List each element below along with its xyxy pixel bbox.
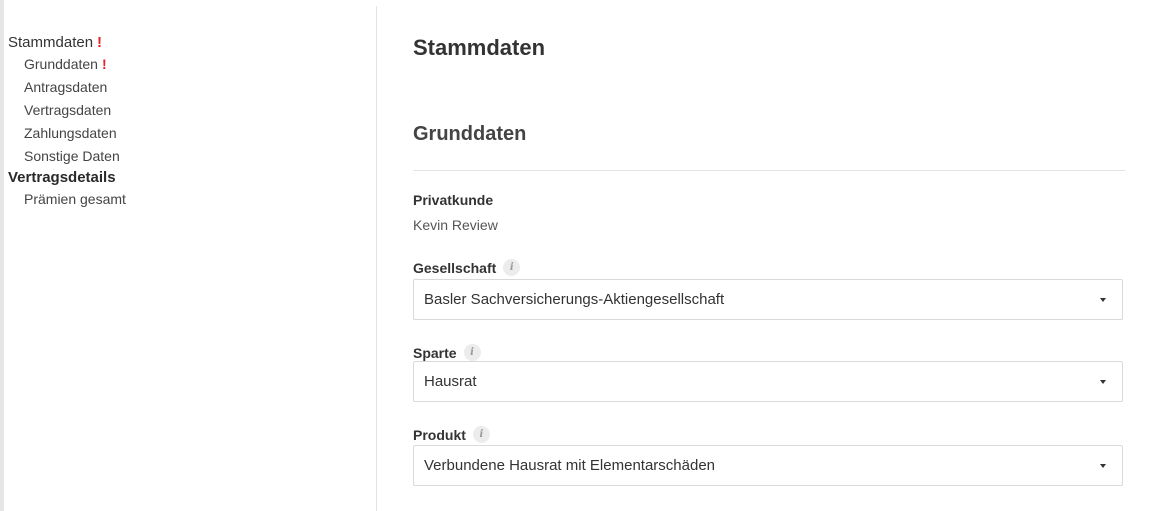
sparte-selected-value: Hausrat [424, 373, 477, 390]
sidebar-item-label: Zahlungsdaten [24, 125, 117, 141]
page-title: Stammdaten [413, 35, 546, 60]
sidebar-item-label: Vertragsdaten [24, 102, 112, 118]
chevron-down-icon [1100, 380, 1106, 384]
produkt-label-text: Produkt [413, 426, 466, 443]
sparte-label: Sparte i [413, 344, 481, 361]
sidebar-section-stammdaten[interactable]: Stammdaten! [8, 33, 368, 53]
sidebar-section-label: Stammdaten [8, 34, 94, 51]
chevron-down-icon [1100, 464, 1106, 468]
sidebar-item-label: Prämien gesamt [24, 191, 126, 207]
sidebar-item-grunddaten[interactable]: Grunddaten! [8, 53, 368, 76]
chevron-down-icon [1100, 298, 1106, 302]
produkt-label: Produkt i [413, 426, 490, 443]
warning-icon: ! [101, 56, 107, 72]
sparte-select[interactable]: Hausrat [413, 361, 1123, 402]
sidebar-section-label: Vertragsdetails [8, 169, 116, 186]
gesellschaft-selected-value: Basler Sachversicherungs-Aktiengesellsch… [424, 291, 725, 308]
sidebar-item-zahlungsdaten[interactable]: Zahlungsdaten [8, 122, 368, 145]
produkt-selected-value: Verbundene Hausrat mit Elementarschäden [424, 457, 716, 474]
customer-name: Kevin Review [413, 217, 498, 233]
customer-label: Privatkunde [413, 192, 494, 208]
gesellschaft-label: Gesellschaft i [413, 259, 521, 276]
produkt-select[interactable]: Verbundene Hausrat mit Elementarschäden [413, 445, 1123, 486]
sidebar-item-sonstige-daten[interactable]: Sonstige Daten [8, 145, 368, 168]
info-icon[interactable]: i [472, 426, 490, 443]
page: Stammdaten! Grunddaten! Antragsdaten Ver… [0, 0, 1149, 511]
section-title: Grunddaten [413, 123, 527, 145]
sidebar-item-antragsdaten[interactable]: Antragsdaten [8, 76, 368, 99]
sidebar-divider [376, 6, 377, 511]
gesellschaft-select[interactable]: Basler Sachversicherungs-Aktiengesellsch… [413, 279, 1123, 320]
sidebar-item-label: Grunddaten [24, 56, 98, 72]
section-divider [413, 170, 1125, 171]
sidebar-nav: Stammdaten! Grunddaten! Antragsdaten Ver… [8, 33, 368, 211]
warning-icon: ! [97, 34, 103, 51]
info-icon[interactable]: i [503, 259, 521, 276]
gesellschaft-label-text: Gesellschaft [413, 259, 497, 276]
sparte-label-text: Sparte [413, 344, 457, 361]
info-icon[interactable]: i [463, 344, 481, 361]
next-field-label-cut-off [413, 505, 673, 511]
left-edge-border [0, 0, 4, 511]
sidebar-section-vertragsdetails[interactable]: Vertragsdetails [8, 168, 368, 188]
sidebar-item-vertragsdaten[interactable]: Vertragsdaten [8, 99, 368, 122]
sidebar-item-label: Antragsdaten [24, 79, 108, 95]
sidebar-item-label: Sonstige Daten [24, 148, 120, 164]
sidebar-item-praemien-gesamt[interactable]: Prämien gesamt [8, 188, 368, 211]
